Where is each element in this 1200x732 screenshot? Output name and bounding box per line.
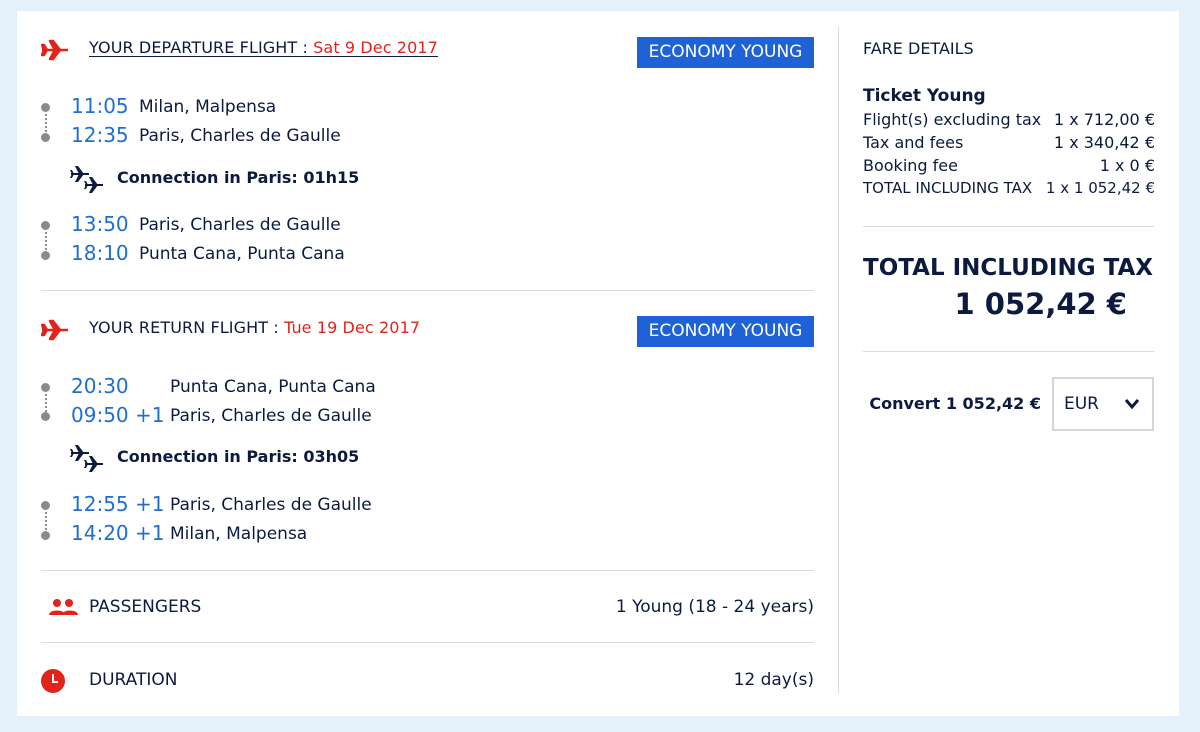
arrival-time: 09:50 +1 bbox=[71, 403, 165, 427]
clock-icon bbox=[41, 669, 65, 693]
fare-details-heading: FARE DETAILS bbox=[863, 39, 974, 58]
passengers-value: 1 Young (18 - 24 years) bbox=[615, 597, 814, 617]
timeline-dot bbox=[41, 133, 50, 142]
divider bbox=[863, 226, 1154, 227]
booking-summary-card: YOUR DEPARTURE FLIGHT : Sat 9 Dec 2017 E… bbox=[17, 11, 1179, 716]
convert-label: Convert 1 052,42 € bbox=[869, 394, 1041, 413]
timeline-dot bbox=[41, 412, 50, 421]
fare-row-value: 1 x 712,00 € bbox=[1053, 110, 1155, 129]
duration-value: 12 day(s) bbox=[733, 670, 814, 690]
fare-row-label: Flight(s) excluding tax bbox=[863, 110, 1042, 129]
currency-select[interactable]: EUR bbox=[1052, 377, 1154, 431]
departure-title: YOUR DEPARTURE FLIGHT : bbox=[89, 38, 314, 57]
currency-selected-value: EUR bbox=[1064, 394, 1099, 414]
column-separator bbox=[838, 27, 839, 693]
departure-place: Paris, Charles de Gaulle bbox=[139, 215, 341, 235]
timeline-dot bbox=[41, 531, 50, 540]
departure-time: 20:30 bbox=[71, 374, 129, 398]
departure-airplane-icon bbox=[41, 39, 68, 61]
departure-time: 11:05 bbox=[71, 94, 129, 118]
people-icon bbox=[49, 599, 78, 615]
departure-place: Milan, Malpensa bbox=[139, 97, 277, 117]
passengers-label: PASSENGERS bbox=[89, 597, 202, 617]
departure-date: Sat 9 Dec 2017 bbox=[313, 38, 438, 57]
timeline-line bbox=[45, 114, 47, 132]
departure-time: 12:55 +1 bbox=[71, 492, 165, 516]
arrival-time: 14:20 +1 bbox=[71, 521, 165, 545]
fare-row-label: Tax and fees bbox=[863, 133, 964, 152]
duration-label: DURATION bbox=[89, 670, 178, 690]
departure-class-badge: ECONOMY YOUNG bbox=[637, 37, 814, 68]
divider bbox=[41, 642, 814, 643]
arrival-place: Milan, Malpensa bbox=[170, 524, 308, 544]
divider bbox=[41, 570, 814, 571]
timeline-dot bbox=[41, 251, 50, 260]
ticket-type: Ticket Young bbox=[863, 86, 986, 106]
return-flight-heading: YOUR RETURN FLIGHT : Tue 19 Dec 2017 bbox=[89, 318, 420, 337]
departure-flight-heading: YOUR DEPARTURE FLIGHT : Sat 9 Dec 2017 bbox=[89, 38, 438, 57]
departure-time: 13:50 bbox=[71, 212, 129, 236]
return-airplane-icon bbox=[41, 319, 68, 341]
fare-row-value: 1 x 0 € bbox=[1099, 156, 1155, 175]
fare-row-value: 1 x 1 052,42 € bbox=[1045, 179, 1155, 197]
timeline-dot bbox=[41, 501, 50, 510]
arrival-time: 18:10 bbox=[71, 241, 129, 265]
timeline-line bbox=[45, 512, 47, 530]
arrival-place: Paris, Charles de Gaulle bbox=[139, 126, 341, 146]
timeline-dot bbox=[41, 103, 50, 112]
connecting-flights-icon bbox=[70, 166, 103, 193]
timeline-dot bbox=[41, 383, 50, 392]
fare-row-label: Booking fee bbox=[863, 156, 958, 175]
total-label: TOTAL INCLUDING TAX bbox=[863, 255, 1154, 281]
fare-row-label: TOTAL INCLUDING TAX bbox=[863, 179, 1033, 197]
timeline-line bbox=[45, 232, 47, 250]
divider bbox=[863, 351, 1154, 352]
total-value: 1 052,42 € bbox=[954, 287, 1127, 321]
fare-row-value: 1 x 340,42 € bbox=[1053, 133, 1155, 152]
arrival-time: 12:35 bbox=[71, 123, 129, 147]
departure-connection: Connection in Paris: 01h15 bbox=[117, 168, 360, 187]
connecting-flights-icon bbox=[70, 445, 103, 472]
chevron-down-icon bbox=[1124, 399, 1140, 410]
return-title: YOUR RETURN FLIGHT : bbox=[89, 318, 284, 337]
return-date: Tue 19 Dec 2017 bbox=[284, 318, 421, 337]
timeline-line bbox=[45, 394, 47, 412]
return-class-badge: ECONOMY YOUNG bbox=[637, 316, 814, 347]
return-connection: Connection in Paris: 03h05 bbox=[117, 447, 360, 466]
arrival-place: Punta Cana, Punta Cana bbox=[139, 244, 345, 264]
arrival-place: Paris, Charles de Gaulle bbox=[170, 406, 372, 426]
departure-place: Punta Cana, Punta Cana bbox=[170, 377, 376, 397]
departure-place: Paris, Charles de Gaulle bbox=[170, 495, 372, 515]
divider bbox=[41, 290, 814, 291]
timeline-dot bbox=[41, 221, 50, 230]
